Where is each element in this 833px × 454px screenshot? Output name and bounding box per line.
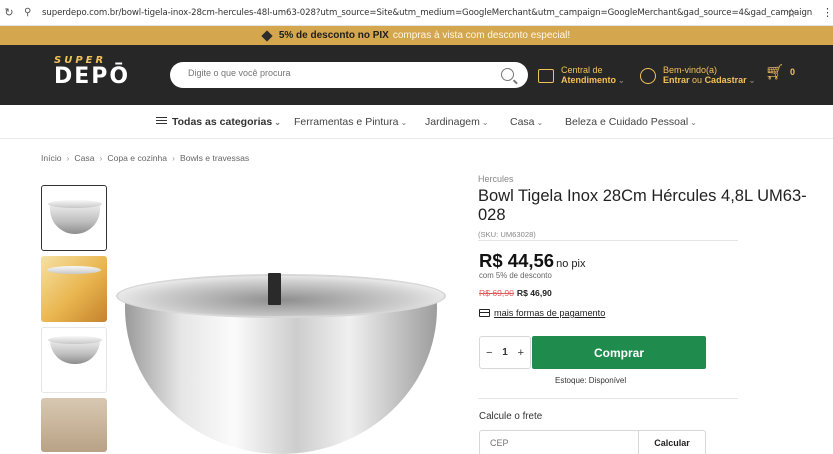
product-title: Bowl Tigela Inox 28Cm Hércules 4,8L UM63… bbox=[478, 187, 807, 224]
divider bbox=[478, 240, 738, 241]
thumbnail-2[interactable] bbox=[41, 256, 107, 322]
site-info-icon[interactable]: ⚲ bbox=[24, 7, 38, 18]
credit-card-icon bbox=[479, 309, 490, 317]
extensions-icon[interactable]: ⋮ bbox=[822, 6, 833, 19]
freight-title: Calcule o frete bbox=[479, 411, 543, 422]
thumbnail-4[interactable] bbox=[41, 398, 107, 452]
support-link[interactable]: Central de Atendimento ⌄ bbox=[538, 65, 625, 86]
product-sku: (SKU: UM63028) bbox=[478, 230, 536, 239]
old-price: R$ 69,90 bbox=[479, 288, 514, 298]
breadcrumb-home[interactable]: Início bbox=[41, 153, 62, 163]
pix-price-suffix: no pix bbox=[556, 258, 586, 270]
pix-price-value: R$ 44,56 bbox=[479, 250, 555, 271]
calculate-freight-button[interactable]: Calcular bbox=[638, 430, 706, 454]
site-header: SUPER DEPŌ Central de Atendimento⌄ Bem-v… bbox=[0, 45, 833, 105]
thumbnail-1[interactable] bbox=[41, 185, 107, 251]
diamond-icon bbox=[261, 29, 273, 42]
thumbnail-3[interactable] bbox=[41, 327, 107, 393]
price-row: R$ 69,90 R$ 46,90 bbox=[479, 288, 552, 298]
search-icon[interactable] bbox=[501, 68, 514, 81]
breadcrumb-copa[interactable]: Copa e cozinha bbox=[107, 153, 167, 163]
category-garden[interactable]: Jardinagem ⌄ bbox=[425, 116, 489, 128]
category-tools[interactable]: Ferramentas e Pintura ⌄ bbox=[294, 116, 407, 128]
buy-button[interactable]: Comprar bbox=[532, 336, 706, 369]
cart-button[interactable]: 🛒︎ 0 bbox=[765, 63, 795, 81]
divider bbox=[478, 398, 738, 399]
welcome-text: Bem-vindo(a) bbox=[663, 65, 718, 75]
login-register-text: Entrar ou Cadastrar ⌄ bbox=[663, 75, 756, 85]
breadcrumb-bowls[interactable]: Bowls e travessas bbox=[180, 153, 249, 163]
browser-address-bar: ↻ ⚲ superdepo.com.br/bowl-tigela-inox-28… bbox=[0, 0, 833, 26]
support-line1: Central de bbox=[561, 65, 603, 75]
stock-status: Estoque: Disponível bbox=[555, 376, 627, 385]
cart-count: 0 bbox=[790, 67, 796, 77]
promo-highlight: 5% de desconto no PIX bbox=[278, 30, 389, 41]
payment-options-text[interactable]: mais formas de pagamento bbox=[494, 308, 605, 318]
bookmark-star-icon[interactable]: ☆ bbox=[786, 6, 797, 20]
product-main-image[interactable] bbox=[113, 262, 448, 454]
category-beauty[interactable]: Beleza e Cuidado Pessoal ⌄ bbox=[565, 116, 697, 128]
account-menu[interactable]: Bem-vindo(a) Entrar ou Cadastrar ⌄ bbox=[640, 65, 755, 86]
discount-note: com 5% de desconto bbox=[479, 271, 552, 280]
menu-icon bbox=[156, 117, 167, 124]
chat-icon bbox=[538, 68, 554, 83]
reload-icon[interactable]: ↻ bbox=[0, 6, 18, 19]
url-text[interactable]: superdepo.com.br/bowl-tigela-inox-28cm-h… bbox=[42, 8, 812, 18]
breadcrumb: Início › Casa › Copa e cozinha › Bowls e trave… bbox=[41, 153, 250, 163]
quantity-decrease[interactable]: − bbox=[486, 347, 492, 359]
promo-bar: 5% de desconto no PIX compras à vista co… bbox=[0, 26, 833, 45]
search-box bbox=[170, 62, 528, 88]
quantity-increase[interactable]: + bbox=[518, 347, 524, 359]
quantity-value[interactable]: 1 bbox=[502, 347, 508, 358]
user-icon bbox=[640, 67, 656, 84]
category-home[interactable]: Casa ⌄ bbox=[510, 116, 543, 128]
product-info: Hercules Bowl Tigela Inox 28Cm Hércules … bbox=[478, 174, 808, 239]
bowl-tag bbox=[268, 273, 281, 305]
register-link[interactable]: Cadastrar bbox=[705, 75, 747, 85]
cep-input[interactable] bbox=[479, 430, 639, 454]
quantity-stepper: − 1 + bbox=[479, 336, 531, 369]
all-categories-menu[interactable]: Todas as categorias ⌄ bbox=[156, 116, 281, 128]
login-link[interactable]: Entrar bbox=[663, 75, 690, 85]
logo-bottom-text: DEPŌ bbox=[54, 64, 131, 89]
breadcrumb-casa[interactable]: Casa bbox=[74, 153, 94, 163]
current-price: R$ 46,90 bbox=[516, 288, 552, 298]
support-line2: Atendimento ⌄ bbox=[561, 75, 625, 85]
site-logo[interactable]: SUPER DEPŌ bbox=[54, 55, 130, 88]
pix-price: R$ 44,56 no pix bbox=[479, 250, 585, 272]
cart-icon: 🛒︎ bbox=[765, 64, 785, 81]
category-nav: Todas as categorias ⌄ Ferramentas e Pintu… bbox=[0, 105, 833, 139]
payment-options-link[interactable]: mais formas de pagamento bbox=[479, 308, 605, 318]
promo-rest: compras à vista com desconto especial! bbox=[392, 30, 571, 41]
product-brand[interactable]: Hercules bbox=[478, 174, 808, 184]
thumbnail-list bbox=[41, 185, 108, 452]
search-input[interactable] bbox=[188, 68, 488, 78]
